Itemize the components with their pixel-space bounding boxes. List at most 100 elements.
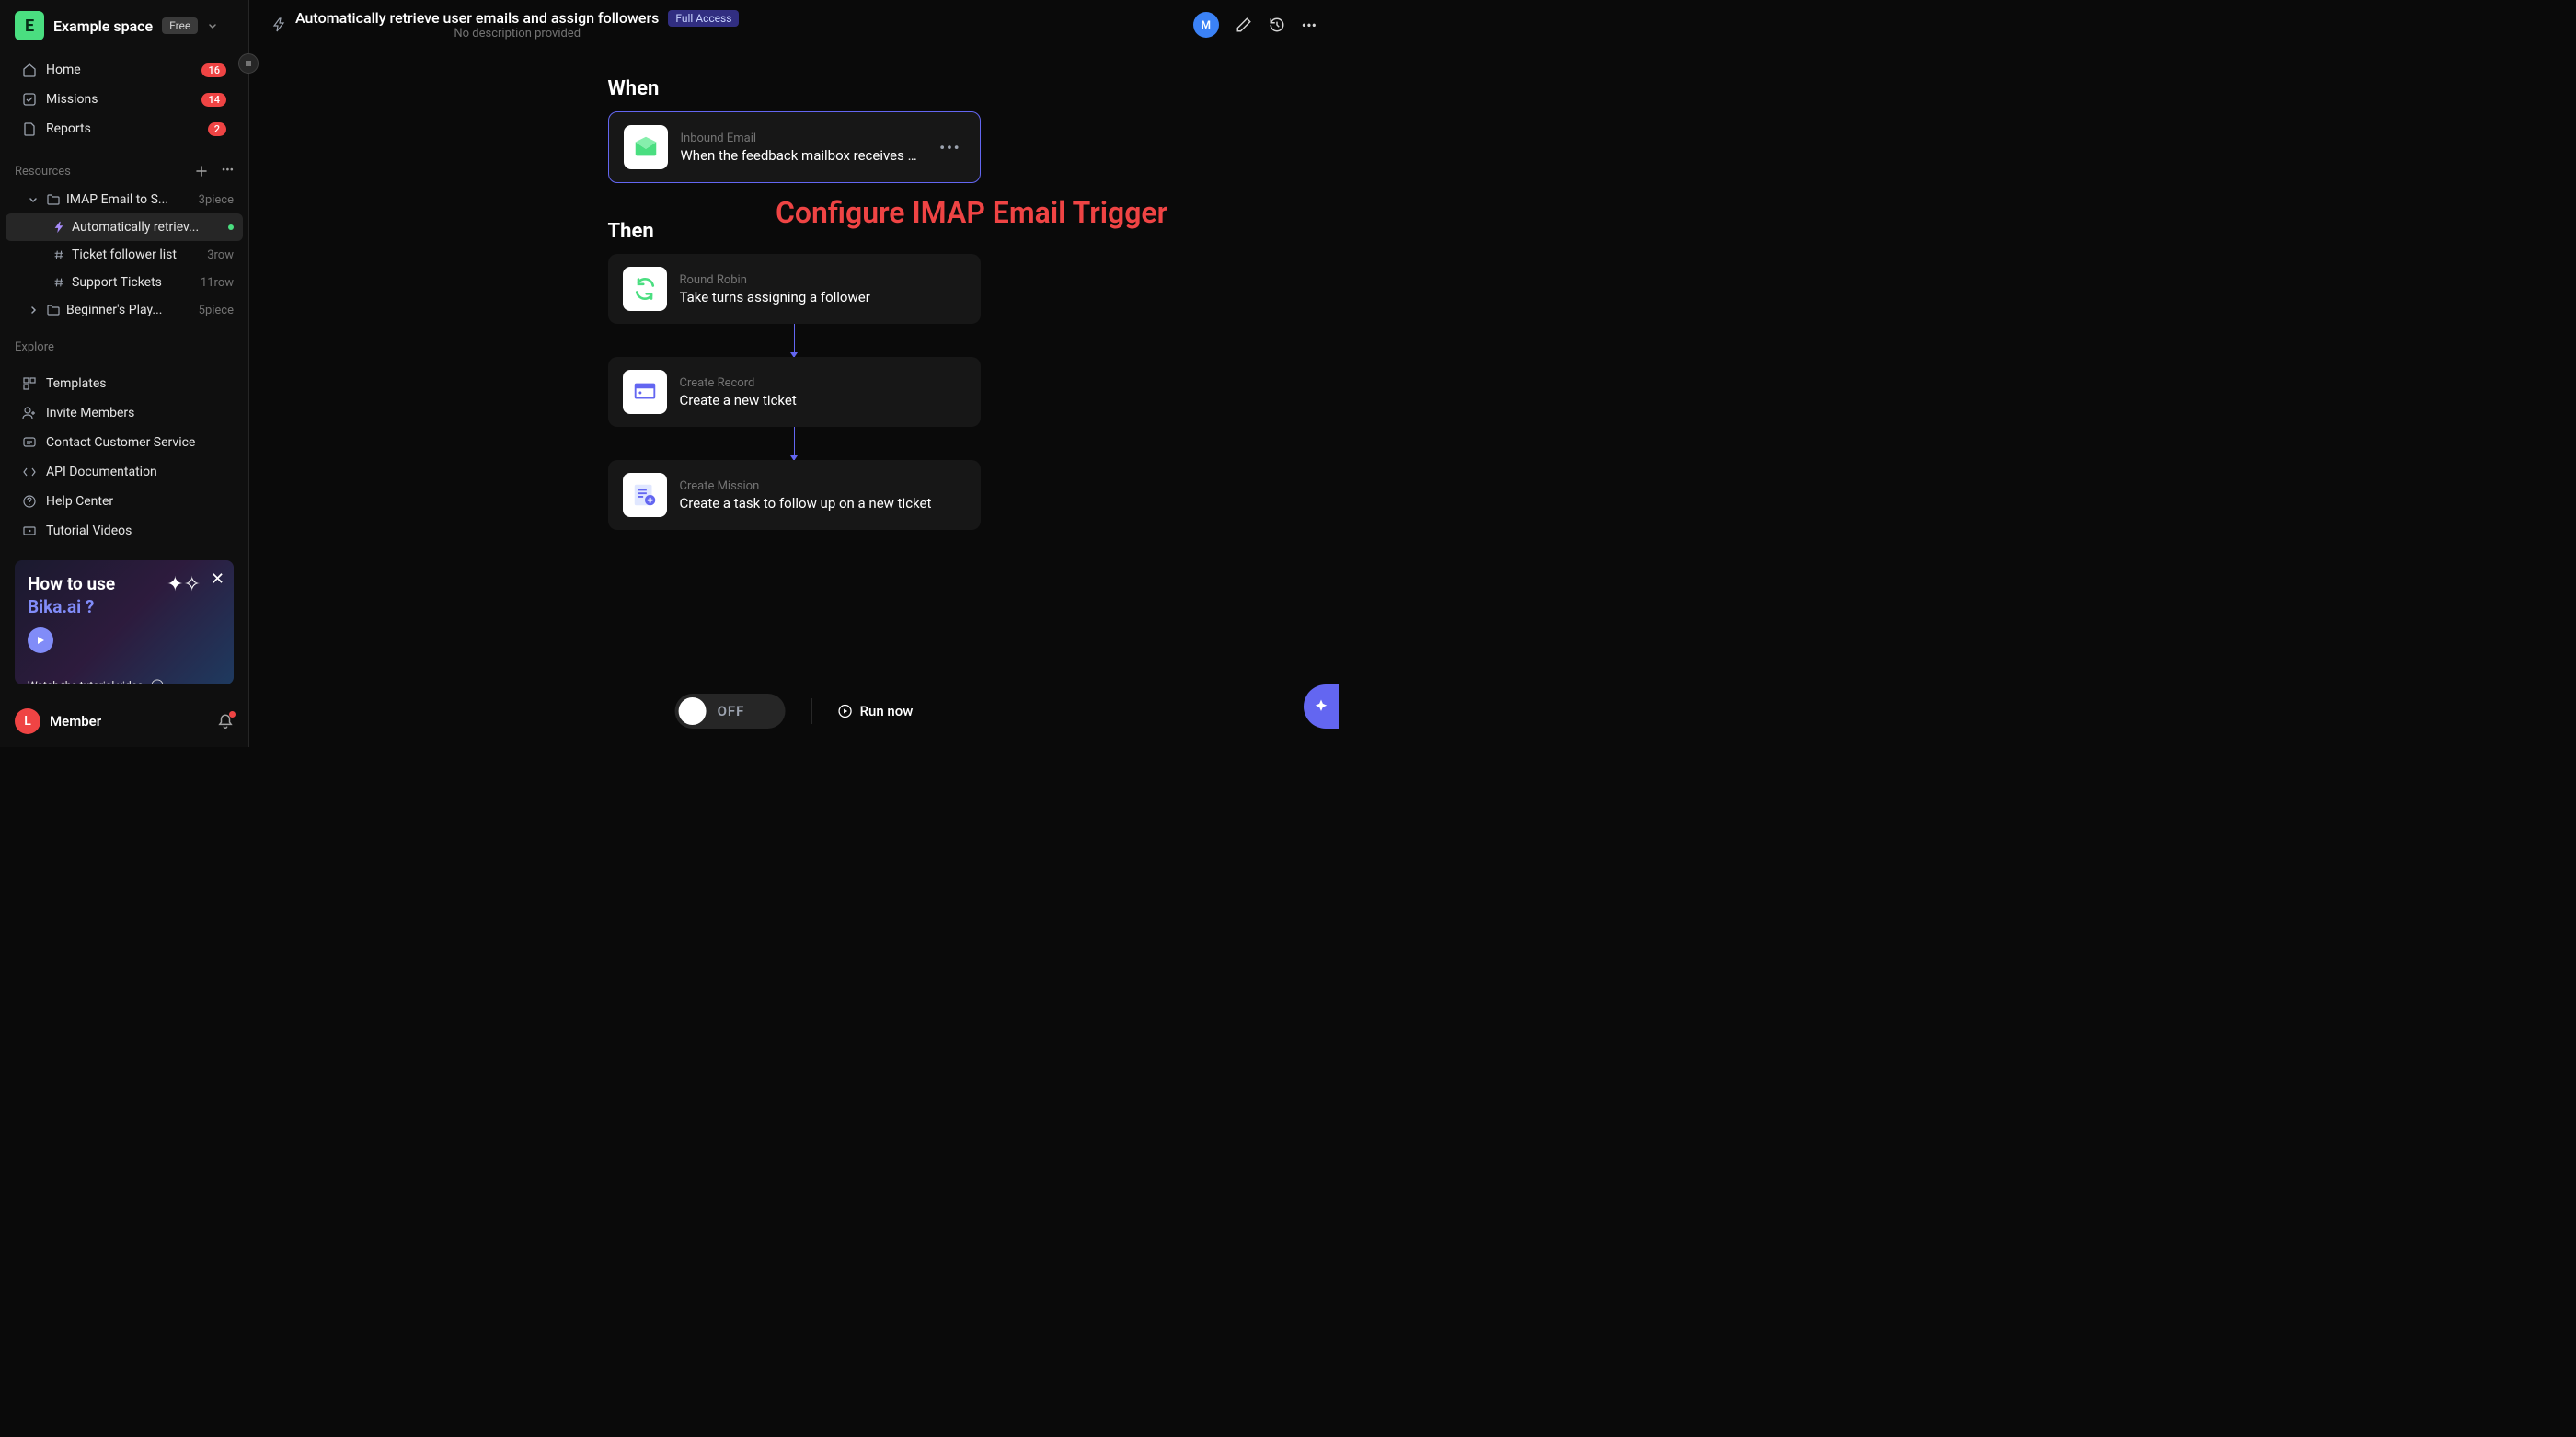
- edit-button[interactable]: [1236, 17, 1252, 33]
- user-plus-icon: [22, 406, 37, 420]
- play-button[interactable]: [28, 627, 53, 653]
- workspace-switcher[interactable]: E Example space Free: [0, 0, 248, 52]
- explore-header: Explore: [0, 324, 248, 362]
- sidebar-collapse-button[interactable]: [238, 53, 259, 74]
- mail-icon: [624, 125, 668, 169]
- explore-contact-label: Contact Customer Service: [46, 435, 195, 450]
- trigger-desc: When the feedback mailbox receives ne...: [681, 147, 924, 164]
- step-type: Create Record: [680, 376, 966, 390]
- video-icon: [22, 523, 37, 538]
- page-description: No description provided: [295, 27, 739, 40]
- nav-home[interactable]: Home 16: [7, 55, 241, 85]
- main-content: Automatically retrieve user emails and a…: [249, 0, 1339, 747]
- chevron-down-icon: [207, 20, 218, 31]
- explore-help-label: Help Center: [46, 494, 113, 509]
- step-card-create-mission[interactable]: Create Mission Create a task to follow u…: [608, 460, 981, 530]
- notifications-button[interactable]: [217, 713, 234, 730]
- user-avatar[interactable]: L: [15, 708, 40, 734]
- explore-help[interactable]: Help Center: [7, 487, 241, 516]
- add-resource-button[interactable]: [194, 164, 209, 178]
- document-icon: [22, 121, 37, 136]
- tree-label: Beginner's Play...: [66, 303, 193, 317]
- primary-nav: Home 16 Missions 14 Reports 2: [0, 52, 248, 147]
- topbar: Automatically retrieve user emails and a…: [249, 0, 1339, 50]
- divider: [811, 698, 812, 724]
- bolt-icon: [271, 17, 286, 32]
- tree-count: 5piece: [199, 304, 234, 317]
- trigger-type: Inbound Email: [681, 132, 924, 145]
- sidebar-footer: L Member: [0, 696, 248, 747]
- resources-more-button[interactable]: •••: [222, 164, 234, 178]
- code-icon: [22, 465, 37, 479]
- tree-table-tickets[interactable]: Support Tickets 11row: [6, 269, 243, 296]
- active-dot-icon: [228, 224, 234, 230]
- chevron-right-icon: [28, 305, 40, 316]
- toggle-label: OFF: [718, 703, 745, 719]
- resources-header: Resources •••: [0, 147, 248, 186]
- tree-label: IMAP Email to S...: [66, 192, 193, 207]
- close-icon[interactable]: ✕: [211, 569, 224, 589]
- more-button[interactable]: •••: [1302, 17, 1317, 34]
- tree-folder-playground[interactable]: Beginner's Play... 5piece: [6, 296, 243, 324]
- sparkle-icon: ✦✧: [167, 573, 201, 596]
- workspace-name: Example space: [53, 17, 153, 35]
- tree-automation-active[interactable]: Automatically retriev...: [6, 213, 243, 241]
- explore-invite-label: Invite Members: [46, 406, 134, 420]
- bottom-toolbar: OFF Run now: [675, 694, 914, 729]
- chevron-down-icon: [28, 194, 40, 205]
- nav-home-label: Home: [46, 63, 81, 77]
- toggle-knob: [679, 697, 707, 725]
- tree-table-followers[interactable]: Ticket follower list 3row: [6, 241, 243, 269]
- step-desc: Create a task to follow up on a new tick…: [680, 495, 966, 512]
- tree-label: Automatically retriev...: [72, 220, 219, 235]
- resources-label: Resources: [15, 165, 71, 178]
- check-square-icon: [22, 92, 37, 107]
- explore-invite[interactable]: Invite Members: [7, 398, 241, 428]
- history-button[interactable]: [1269, 17, 1285, 33]
- explore-api[interactable]: API Documentation: [7, 457, 241, 487]
- nav-missions-count: 14: [201, 93, 226, 107]
- help-icon: [22, 494, 37, 509]
- flow-connector: [794, 427, 795, 460]
- nav-missions[interactable]: Missions 14: [7, 85, 241, 114]
- step-card-round-robin[interactable]: Round Robin Take turns assigning a follo…: [608, 254, 981, 324]
- explore-api-label: API Documentation: [46, 465, 157, 479]
- annotation-overlay: Configure IMAP Email Trigger: [776, 195, 1167, 230]
- explore-videos[interactable]: Tutorial Videos: [7, 516, 241, 546]
- resource-tree: IMAP Email to S... 3piece Automatically …: [0, 186, 248, 324]
- explore-list: Templates Invite Members Contact Custome…: [0, 365, 248, 549]
- nav-reports-count: 2: [208, 122, 226, 136]
- promo-footer[interactable]: Watch the tutorial video: [28, 679, 221, 684]
- folder-icon: [46, 303, 61, 317]
- step-type: Round Robin: [680, 273, 966, 287]
- explore-templates-label: Templates: [46, 376, 107, 391]
- explore-templates[interactable]: Templates: [7, 369, 241, 398]
- folder-icon: [46, 192, 61, 207]
- step-type: Create Mission: [680, 479, 966, 493]
- nav-reports-label: Reports: [46, 121, 91, 136]
- card-more-button[interactable]: •••: [936, 135, 964, 160]
- promo-footer-label: Watch the tutorial video: [28, 679, 144, 684]
- tree-label: Support Tickets: [72, 275, 195, 290]
- tree-folder-imap[interactable]: IMAP Email to S... 3piece: [6, 186, 243, 213]
- header-avatar[interactable]: M: [1193, 12, 1219, 38]
- promo-card[interactable]: ✕ ✦✧ How to use Bika.ai ? Watch the tuto…: [15, 560, 234, 684]
- nav-reports[interactable]: Reports 2: [7, 114, 241, 144]
- workspace-badge: E: [15, 11, 44, 40]
- step-card-create-record[interactable]: Create Record Create a new ticket: [608, 357, 981, 427]
- hash-icon: [52, 276, 66, 289]
- tree-label: Ticket follower list: [72, 247, 201, 262]
- explore-contact[interactable]: Contact Customer Service: [7, 428, 241, 457]
- user-name: Member: [50, 713, 101, 730]
- trigger-card[interactable]: Inbound Email When the feedback mailbox …: [608, 111, 981, 183]
- run-now-button[interactable]: Run now: [838, 703, 914, 719]
- tree-count: 3row: [207, 248, 234, 262]
- explore-videos-label: Tutorial Videos: [46, 523, 132, 538]
- explore-label: Explore: [15, 340, 54, 354]
- home-icon: [22, 63, 37, 77]
- task-plus-icon: [623, 473, 667, 517]
- run-now-label: Run now: [860, 703, 914, 719]
- automation-toggle[interactable]: OFF: [675, 694, 786, 729]
- nav-home-count: 16: [201, 63, 226, 77]
- chat-icon: [22, 435, 37, 450]
